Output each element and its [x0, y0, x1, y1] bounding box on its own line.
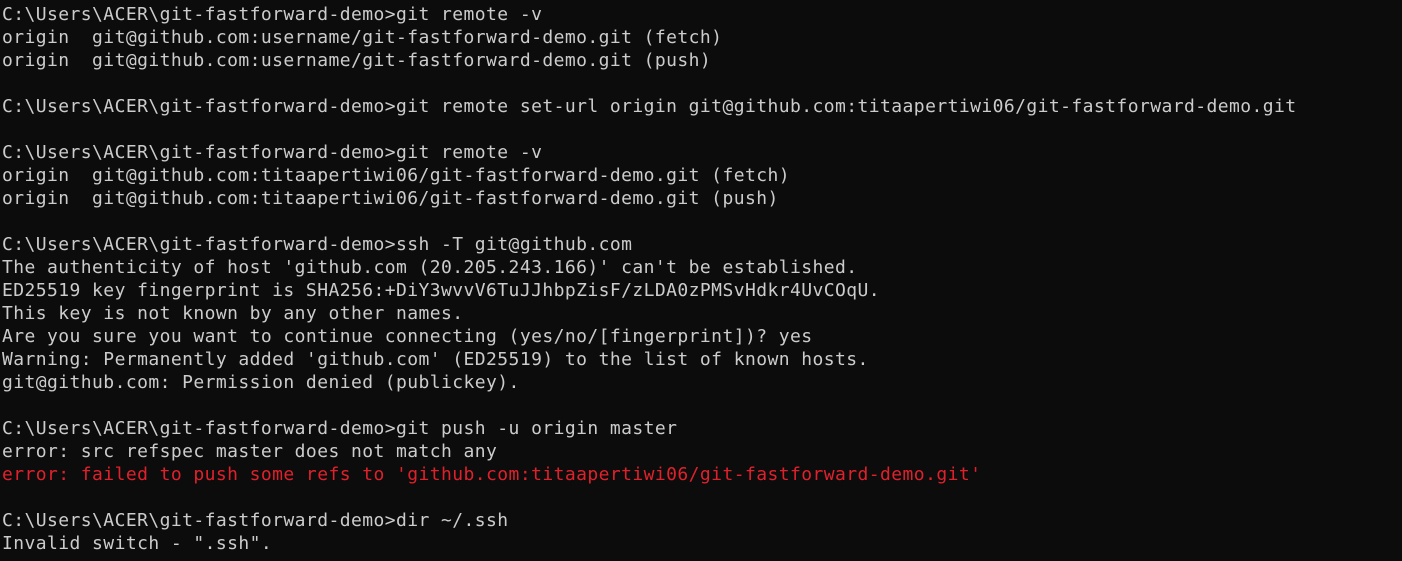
- output-line: This key is not known by any other names…: [2, 303, 464, 324]
- prompt-line: C:\Users\ACER\git-fastforward-demo>ssh -…: [2, 234, 633, 255]
- output-line: origin git@github.com:username/git-fastf…: [2, 27, 723, 48]
- terminal-window[interactable]: C:\Users\ACER\git-fastforward-demo>git r…: [0, 0, 1402, 561]
- prompt-line: C:\Users\ACER\git-fastforward-demo>git p…: [2, 418, 678, 439]
- prompt-line: C:\Users\ACER\git-fastforward-demo>dir ~…: [2, 510, 509, 531]
- output-line: Invalid switch - ".ssh".: [2, 533, 273, 554]
- prompt-line: C:\Users\ACER\git-fastforward-demo>git r…: [2, 4, 543, 25]
- output-line: Warning: Permanently added 'github.com' …: [2, 349, 869, 370]
- output-line: origin git@github.com:titaapertiwi06/git…: [2, 165, 790, 186]
- prompt-line: C:\Users\ACER\git-fastforward-demo>git r…: [2, 96, 1297, 117]
- prompt-line: C:\Users\ACER\git-fastforward-demo>git r…: [2, 142, 543, 163]
- output-line: origin git@github.com:username/git-fastf…: [2, 50, 712, 71]
- output-line: origin git@github.com:titaapertiwi06/git…: [2, 188, 779, 209]
- output-line: ED25519 key fingerprint is SHA256:+DiY3w…: [2, 280, 881, 301]
- output-line: Are you sure you want to continue connec…: [2, 326, 813, 347]
- output-line: git@github.com: Permission denied (publi…: [2, 372, 520, 393]
- output-line: The authenticity of host 'github.com (20…: [2, 257, 858, 278]
- error-line: error: failed to push some refs to 'gith…: [2, 464, 982, 485]
- output-line: error: src refspec master does not match…: [2, 441, 498, 462]
